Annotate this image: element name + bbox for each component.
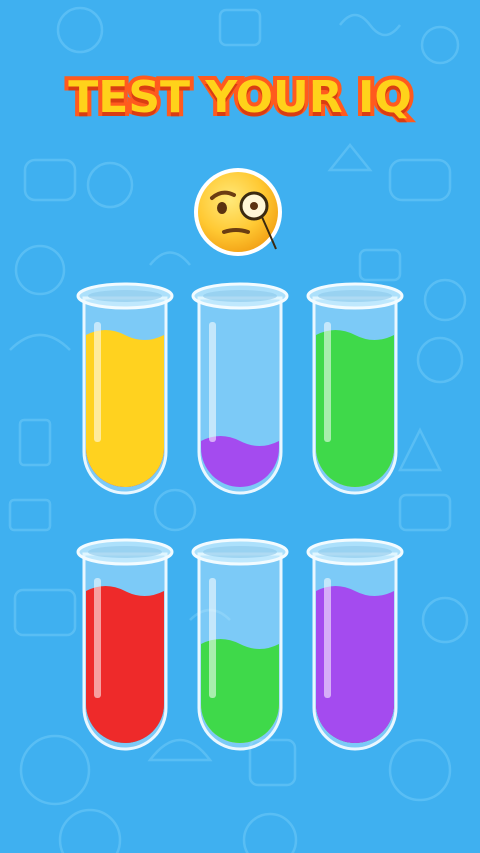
test-tube-6[interactable] [306, 538, 404, 754]
test-tube-3[interactable] [306, 282, 404, 498]
test-tube-1[interactable] [76, 282, 174, 498]
tube-board [76, 282, 404, 754]
test-tube-5[interactable] [191, 538, 289, 754]
test-tube-2[interactable] [191, 282, 289, 498]
test-tube-4[interactable] [76, 538, 174, 754]
